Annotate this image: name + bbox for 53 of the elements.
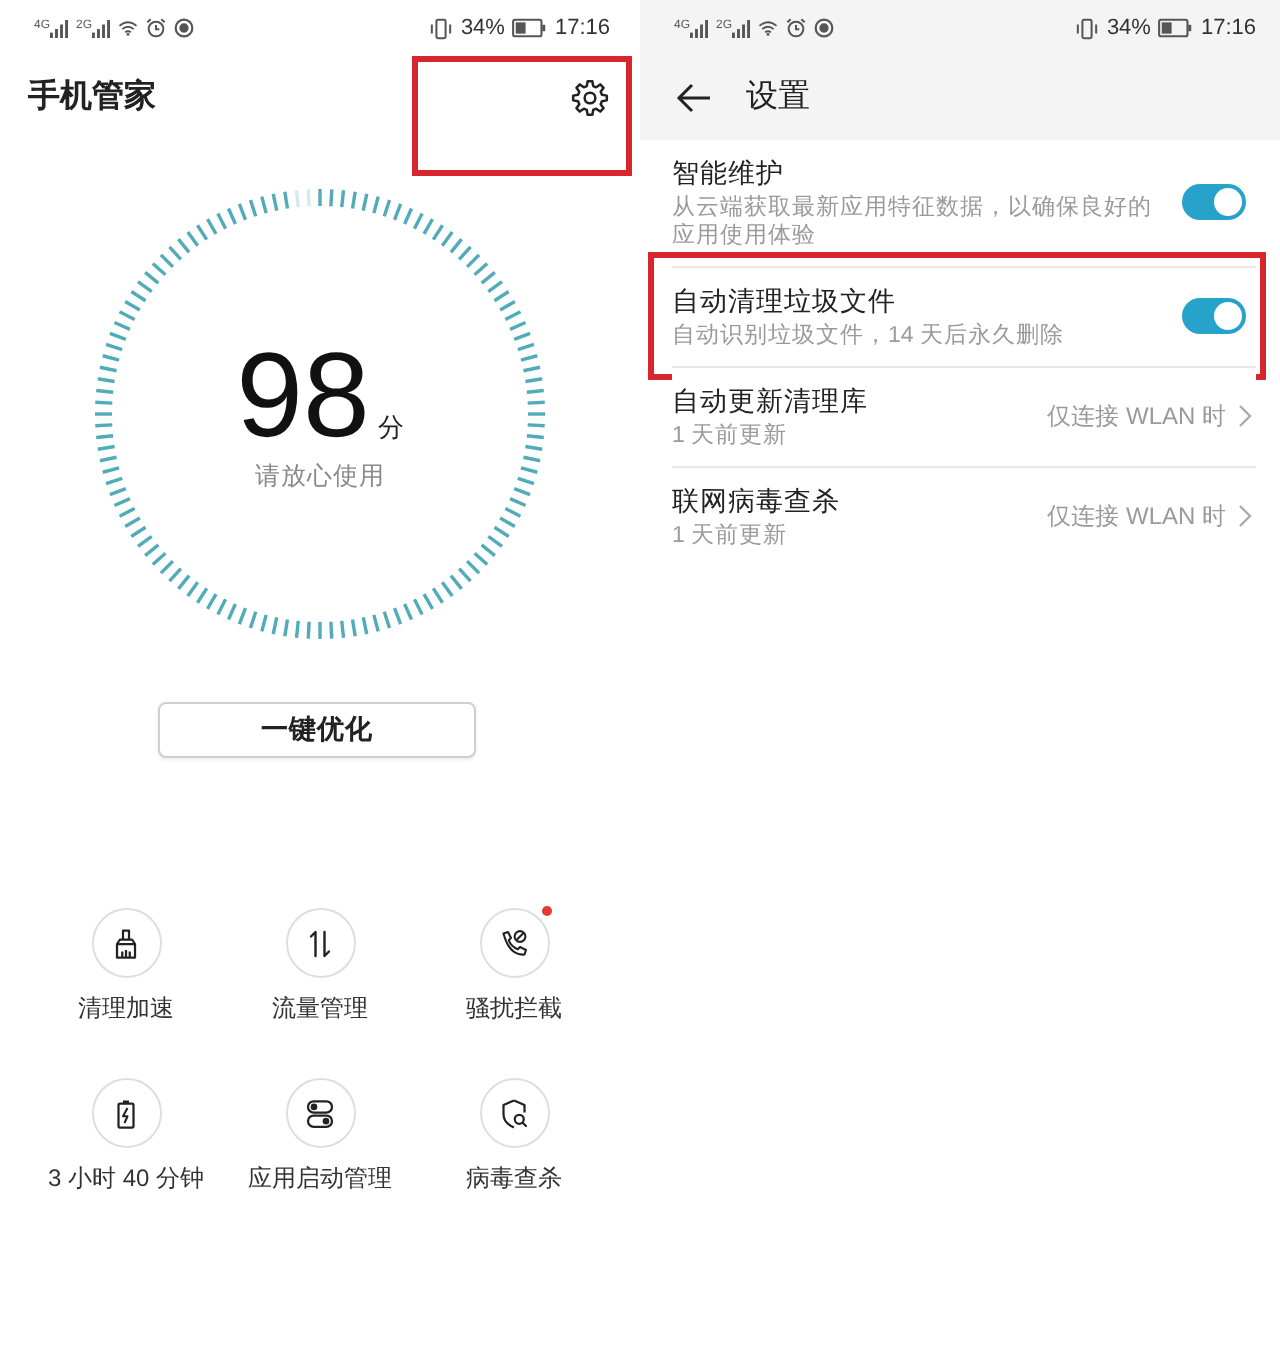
setting-title: 自动清理垃圾文件 [672,284,898,320]
score-caption: 请放心使用 [255,460,385,492]
circle-dot-icon [814,18,835,38]
circle-dot-icon [174,18,195,38]
battery-bolt-icon [91,1078,161,1148]
setting-description: 1 天前更新 [672,522,790,550]
tool-button[interactable]: 3 小时 40 分钟 [29,1078,223,1194]
up-down-arrows-icon [285,908,355,978]
signal-icon [92,19,111,37]
toggle-switch[interactable] [1182,298,1246,334]
setting-description: 1 天前更新 [672,422,790,450]
shield-search-icon [479,1078,549,1148]
wifi-icon [118,18,139,38]
vibrate-icon [1076,17,1099,39]
battery-icon [512,18,547,38]
toggle-switch[interactable] [1182,184,1246,220]
signal-icon [50,19,69,37]
vibrate-icon [430,17,453,39]
setting-description: 从云端获取最新应用特征数据，以确保良好的应用使用体验 [672,194,1154,250]
clock-time: 17:16 [554,15,610,41]
wifi-icon [758,18,779,38]
alarm-icon [786,18,807,38]
chevron-right-icon [1238,404,1252,428]
tool-button[interactable]: 病毒查杀 [417,1078,611,1194]
setting-title: 联网病毒查杀 [672,484,842,520]
score-unit: 分 [377,412,404,444]
battery-icon [1158,18,1193,38]
settings-icon[interactable] [570,78,610,118]
tool-button[interactable]: 应用启动管理 [223,1078,417,1194]
setting-value: 仅连接 WLAN 时 [1047,500,1226,532]
signal-icon [732,19,751,37]
score-value: 98 [236,336,370,456]
app-title: 手机管家 [28,76,156,118]
screen-title: 设置 [746,78,810,118]
battery-percent: 34% [1106,15,1151,41]
brush-icon [91,908,161,978]
toggles-icon [285,1078,355,1148]
back-icon[interactable] [676,82,712,114]
battery-percent: 34% [460,15,505,41]
tool-button[interactable]: 流量管理 [223,908,417,1024]
optimize-button[interactable]: 一键优化 [158,702,476,758]
tool-button[interactable]: 骚扰拦截 [417,908,611,1024]
tool-button[interactable]: 清理加速 [29,908,223,1024]
setting-title: 智能维护 [672,156,786,192]
settings-row[interactable]: 自动更新清理库 1 天前更新 仅连接 WLAN 时 [672,368,1256,468]
signal-icon [690,19,709,37]
phone-block-icon [479,908,549,978]
setting-description: 自动识别垃圾文件，14 天后永久删除 [672,322,1066,350]
clock-time: 17:16 [1200,15,1256,41]
chevron-right-icon [1238,504,1252,528]
alarm-icon [146,18,167,38]
setting-value: 仅连接 WLAN 时 [1047,400,1226,432]
setting-title: 自动更新清理库 [672,384,870,420]
